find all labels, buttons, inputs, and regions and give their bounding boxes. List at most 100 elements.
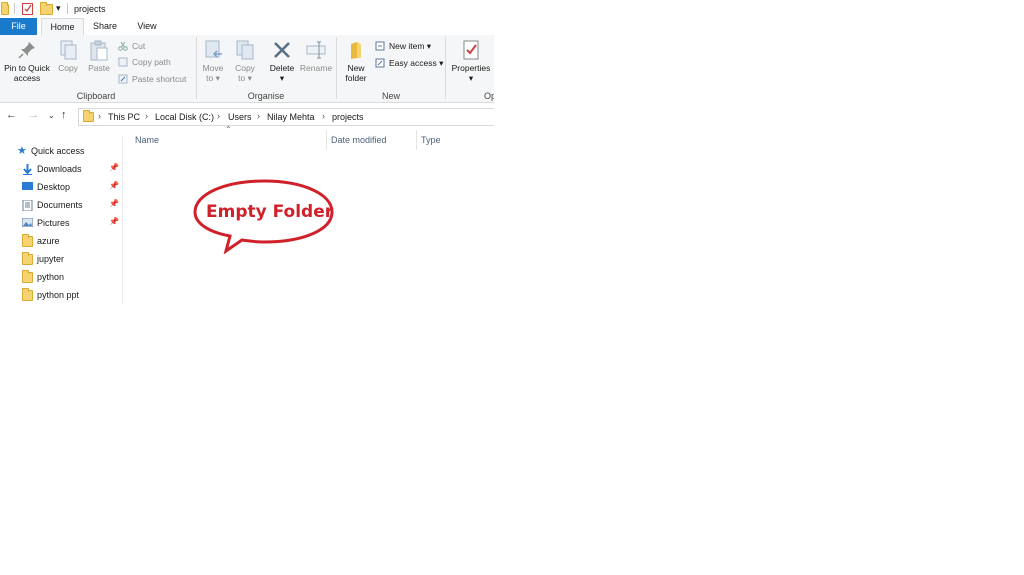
copy-path-label: Copy path xyxy=(132,57,171,67)
breadcrumb-this-pc[interactable]: This PC xyxy=(108,112,140,122)
new-folder-quick-icon[interactable] xyxy=(40,2,53,17)
copy-to-button[interactable]: Copy to ▾ xyxy=(231,39,259,83)
nav-item-label: python xyxy=(37,272,65,282)
paste-icon xyxy=(88,39,110,61)
pinned-icon[interactable]: 📌 xyxy=(109,163,119,172)
tab-view[interactable]: View xyxy=(130,18,164,35)
ribbon-tab-bar: File Home Share View xyxy=(0,18,494,36)
nav-item-documents[interactable]: Documents 📌 xyxy=(0,196,122,214)
paste-shortcut-icon xyxy=(118,74,128,84)
recent-locations-icon[interactable]: ⌄ xyxy=(48,111,55,120)
nav-item-python[interactable]: python xyxy=(0,268,122,286)
easy-access-label: Easy access xyxy=(389,58,437,68)
folder-icon xyxy=(22,288,33,301)
nav-item-python-ppt[interactable]: python ppt xyxy=(0,286,122,304)
delete-button[interactable]: Delete ▾ xyxy=(267,39,297,83)
properties-dropdown-icon: ▾ xyxy=(468,72,474,83)
column-header-date-modified[interactable]: Date modified xyxy=(331,130,387,150)
nav-item-azure[interactable]: azure xyxy=(0,232,122,250)
customize-toolbar-icon[interactable]: ▾ xyxy=(56,3,61,14)
nav-quick-access[interactable]: ★ Quick access xyxy=(0,142,122,160)
paste-label: Paste xyxy=(88,63,110,73)
new-folder-icon xyxy=(345,39,367,61)
ribbon: Pin to Quick access Copy Paste Cut Copy … xyxy=(0,35,494,103)
address-row: ← → ⌄ ↑ › This PC › Local Disk (C:) › Us… xyxy=(0,107,494,126)
properties-check-icon[interactable] xyxy=(22,2,34,17)
properties-button[interactable]: Properties ▾ xyxy=(448,39,494,83)
new-item-button[interactable]: New item ▾ xyxy=(375,40,431,52)
copy-path-icon xyxy=(118,57,128,67)
move-to-button[interactable]: Move to ▾ xyxy=(199,39,227,83)
nav-item-desktop[interactable]: Desktop 📌 xyxy=(0,178,122,196)
copy-path-button[interactable]: Copy path xyxy=(118,56,171,68)
folder-icon xyxy=(83,110,94,124)
window-title: projects xyxy=(74,4,106,14)
cut-label: Cut xyxy=(132,41,146,51)
copy-label: Copy xyxy=(58,63,78,73)
chevron-right-icon: › xyxy=(257,111,260,121)
nav-item-label: jupyter xyxy=(37,254,65,264)
move-label-2: to ▾ xyxy=(206,72,220,83)
chevron-right-icon: › xyxy=(322,111,325,121)
separator xyxy=(67,3,68,14)
folder-icon xyxy=(22,252,33,265)
documents-icon xyxy=(22,199,33,212)
nav-item-label: azure xyxy=(37,236,60,246)
pictures-icon xyxy=(21,217,34,228)
address-bar[interactable]: › This PC › Local Disk (C:) › Users › Ni… xyxy=(78,108,494,126)
paste-shortcut-button[interactable]: Paste shortcut xyxy=(118,73,186,85)
nav-item-label: Downloads xyxy=(37,164,82,174)
nav-item-pictures[interactable]: Pictures 📌 xyxy=(0,214,122,232)
download-icon xyxy=(22,164,33,175)
up-arrow-icon[interactable]: ↑ xyxy=(61,109,67,121)
forward-arrow-icon[interactable]: → xyxy=(28,109,39,121)
rename-icon xyxy=(305,39,327,61)
column-header-type[interactable]: Type xyxy=(421,130,441,150)
cut-button[interactable]: Cut xyxy=(118,40,145,52)
tab-home[interactable]: Home xyxy=(41,18,84,36)
pin-to-quick-access-button[interactable]: Pin to Quick access xyxy=(2,39,52,83)
pinned-icon[interactable]: 📌 xyxy=(109,217,119,226)
breadcrumb-users[interactable]: Users xyxy=(228,112,252,122)
title-bar: ▾ projects xyxy=(0,0,494,18)
copy-icon xyxy=(57,39,79,61)
star-icon: ★ xyxy=(17,145,27,157)
easy-access-button[interactable]: Easy access ▾ xyxy=(375,57,443,69)
file-explorer-window: ▾ projects File Home Share View Pin to Q… xyxy=(0,0,494,305)
new-folder-button[interactable]: New folder xyxy=(340,39,372,83)
separator xyxy=(14,3,15,14)
chevron-right-icon: › xyxy=(145,111,148,121)
copy-button[interactable]: Copy xyxy=(55,39,81,74)
nav-item-label: python ppt xyxy=(37,290,80,300)
tab-file[interactable]: File xyxy=(0,18,37,35)
column-divider[interactable] xyxy=(326,130,327,150)
pinned-icon[interactable]: 📌 xyxy=(109,199,119,208)
pin-label-line2: access xyxy=(13,72,41,83)
group-label-organise: Organise xyxy=(247,91,285,101)
new-folder-label-2: folder xyxy=(345,72,367,83)
scissors-icon xyxy=(118,41,128,51)
pinned-icon[interactable]: 📌 xyxy=(109,181,119,190)
breadcrumb-local-disk[interactable]: Local Disk (C:) xyxy=(155,112,214,122)
delete-x-icon xyxy=(271,39,293,61)
group-separator xyxy=(196,37,197,99)
breadcrumb-projects[interactable]: projects xyxy=(332,112,364,122)
rename-button[interactable]: Rename xyxy=(299,39,333,74)
desktop-icon xyxy=(22,182,33,191)
paste-shortcut-label: Paste shortcut xyxy=(132,74,187,84)
column-header-name[interactable]: Name xyxy=(135,130,159,150)
group-label-open: Op xyxy=(484,91,494,101)
back-arrow-icon[interactable]: ← xyxy=(6,109,17,121)
nav-item-label: Desktop xyxy=(37,182,71,192)
chevron-right-icon: › xyxy=(217,111,220,121)
column-divider[interactable] xyxy=(416,130,417,150)
paste-button[interactable]: Paste xyxy=(85,39,113,74)
group-separator xyxy=(445,37,446,99)
pin-icon xyxy=(16,39,38,61)
nav-item-downloads[interactable]: Downloads 📌 xyxy=(0,160,122,178)
nav-item-jupyter[interactable]: jupyter xyxy=(0,250,122,268)
breadcrumb-nilay-mehta[interactable]: Nilay Mehta xyxy=(267,112,315,122)
copy-to-icon xyxy=(234,39,256,61)
tab-share[interactable]: Share xyxy=(88,18,122,35)
easy-access-icon xyxy=(375,58,385,68)
